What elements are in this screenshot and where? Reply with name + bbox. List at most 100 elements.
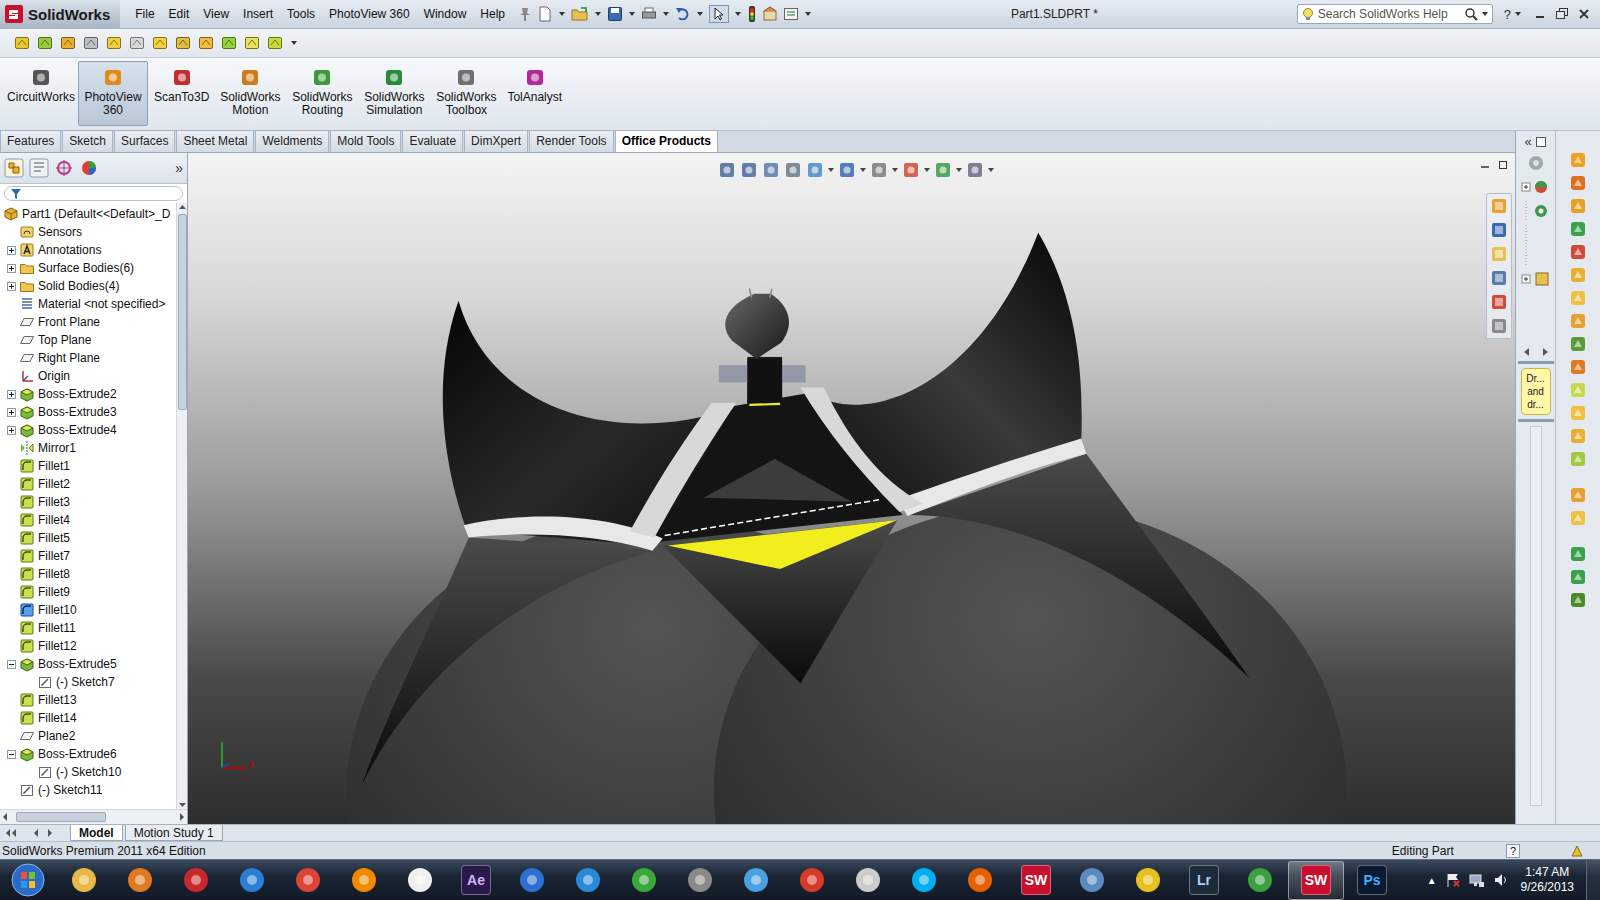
dropdown-arrow-icon[interactable] [860, 166, 866, 174]
horizontal-scrollbar[interactable] [0, 809, 187, 824]
tree-item[interactable]: Fillet3 [0, 493, 176, 511]
command-button[interactable]: SolidWorks Simulation [359, 61, 429, 126]
taskbar-app[interactable] [1120, 861, 1176, 900]
taskbar-app[interactable] [896, 861, 952, 900]
expander[interactable] [3, 386, 19, 402]
dropdown-arrow-icon[interactable] [956, 166, 962, 174]
command-tab[interactable]: Features [0, 130, 61, 152]
document-restore-icon[interactable] [1497, 159, 1509, 171]
command-button[interactable]: ScanTo3D [150, 61, 213, 126]
toolbar-tool-icon[interactable] [83, 35, 99, 51]
dropdown-arrow-icon[interactable] [828, 166, 834, 174]
expander-toggle-icon[interactable] [7, 390, 16, 399]
expander-toggle-icon[interactable] [7, 246, 16, 255]
command-button[interactable]: TolAnalyst [503, 61, 566, 126]
command-button[interactable]: CircuitWorks [6, 61, 76, 126]
dropdown-arrow-icon[interactable] [1481, 10, 1489, 18]
tree-item[interactable]: Fillet7 [0, 547, 176, 565]
scroll-down-icon[interactable] [178, 800, 187, 809]
task-pane-tab-icon[interactable] [1569, 486, 1587, 504]
task-pane-scrollbar[interactable] [1530, 426, 1542, 806]
task-pane-tab-icon[interactable] [1569, 266, 1587, 284]
tree-item[interactable]: Top Plane [0, 331, 176, 349]
task-tool-icon[interactable] [1490, 269, 1508, 287]
dropdown-arrow-icon[interactable] [290, 39, 298, 47]
task-tool-icon[interactable] [1490, 221, 1508, 239]
decals-icon[interactable] [1521, 269, 1551, 289]
taskbar-app[interactable] [168, 861, 224, 900]
command-tab[interactable]: Weldments [255, 130, 329, 152]
taskbar-app[interactable] [784, 861, 840, 900]
task-pane-tab-icon[interactable] [1569, 243, 1587, 261]
taskbar-app[interactable] [1232, 861, 1288, 900]
tree-item[interactable]: Part1 (Default<<Default>_D [0, 205, 176, 223]
tree-item[interactable]: Right Plane [0, 349, 176, 367]
expander[interactable] [3, 656, 19, 672]
appearances-icon[interactable] [1521, 177, 1551, 197]
dropdown-arrow-icon[interactable] [734, 10, 742, 18]
taskbar-app[interactable] [728, 861, 784, 900]
undo-icon[interactable] [675, 6, 691, 22]
home-icon[interactable] [1526, 153, 1546, 173]
action-center-icon[interactable] [1445, 872, 1461, 888]
volume-icon[interactable] [1493, 872, 1509, 888]
taskbar-app[interactable] [672, 861, 728, 900]
command-tab[interactable]: Office Products [615, 130, 718, 152]
task-pane-tab-icon[interactable] [1569, 220, 1587, 238]
task-pane-tab-icon[interactable] [1569, 335, 1587, 353]
view-tool-icon[interactable] [718, 161, 736, 179]
tree-item[interactable]: (-) Sketch10 [0, 763, 176, 781]
taskbar-app[interactable] [840, 861, 896, 900]
tree-item[interactable]: Fillet13 [0, 691, 176, 709]
command-tab[interactable]: Render Tools [529, 130, 614, 152]
expander-toggle-icon[interactable] [7, 408, 16, 417]
menu-item[interactable]: Help [473, 5, 512, 23]
task-pane-tab-icon[interactable] [1569, 509, 1587, 527]
view-tool-icon[interactable] [838, 161, 856, 179]
dropdown-arrow-icon[interactable] [558, 10, 566, 18]
task-pane-tab-icon[interactable] [1569, 568, 1587, 586]
graphics-area[interactable]: x [188, 153, 1515, 824]
command-tab[interactable]: DimXpert [464, 130, 528, 152]
tree-item[interactable]: Fillet5 [0, 529, 176, 547]
save-icon[interactable] [607, 6, 623, 22]
task-pane-tab-icon[interactable] [1569, 381, 1587, 399]
taskbar-app[interactable] [560, 861, 616, 900]
command-button[interactable]: SolidWorks Routing [287, 61, 357, 126]
tree-item[interactable]: Boss-Extrude2 [0, 385, 176, 403]
command-button[interactable]: SolidWorks Toolbox [431, 61, 501, 126]
open-folder-icon[interactable] [571, 6, 589, 22]
expander-toggle-icon[interactable] [7, 264, 16, 273]
magnifier-icon[interactable] [1464, 7, 1478, 21]
toolbar-tool-icon[interactable] [60, 35, 76, 51]
display-manager-tab-icon[interactable] [79, 158, 99, 178]
expander[interactable] [3, 278, 19, 294]
expander[interactable] [3, 404, 19, 420]
dropdown-arrow-icon[interactable] [696, 10, 704, 18]
tree-item[interactable]: Surface Bodies(6) [0, 259, 176, 277]
command-tab[interactable]: Sheet Metal [176, 130, 254, 152]
search-field[interactable] [1318, 7, 1461, 21]
tree-item[interactable]: Sensors [0, 223, 176, 241]
taskbar-app[interactable]: SW [1008, 861, 1064, 900]
tree-item[interactable]: Boss-Extrude4 [0, 421, 176, 439]
pane-window-icon[interactable] [1535, 136, 1547, 148]
tree-item[interactable]: Origin [0, 367, 176, 385]
tree-item[interactable]: Fillet14 [0, 709, 176, 727]
tree-item[interactable]: Solid Bodies(4) [0, 277, 176, 295]
toolbar-tool-icon[interactable] [221, 35, 237, 51]
view-tool-icon[interactable] [740, 161, 758, 179]
taskbar-app[interactable] [280, 861, 336, 900]
network-icon[interactable] [1469, 872, 1485, 888]
new-document-icon[interactable] [537, 6, 553, 22]
dropdown-arrow-icon[interactable] [804, 10, 812, 18]
toolbar-tool-icon[interactable] [14, 35, 30, 51]
tree-item[interactable]: Plane2 [0, 727, 176, 745]
start-button[interactable] [0, 862, 56, 898]
print-icon[interactable] [641, 6, 657, 22]
file-properties-icon[interactable] [762, 6, 778, 22]
expander[interactable] [3, 746, 19, 762]
taskbar-app[interactable] [616, 861, 672, 900]
task-pane-tab-icon[interactable] [1569, 289, 1587, 307]
options-icon[interactable] [783, 6, 799, 22]
